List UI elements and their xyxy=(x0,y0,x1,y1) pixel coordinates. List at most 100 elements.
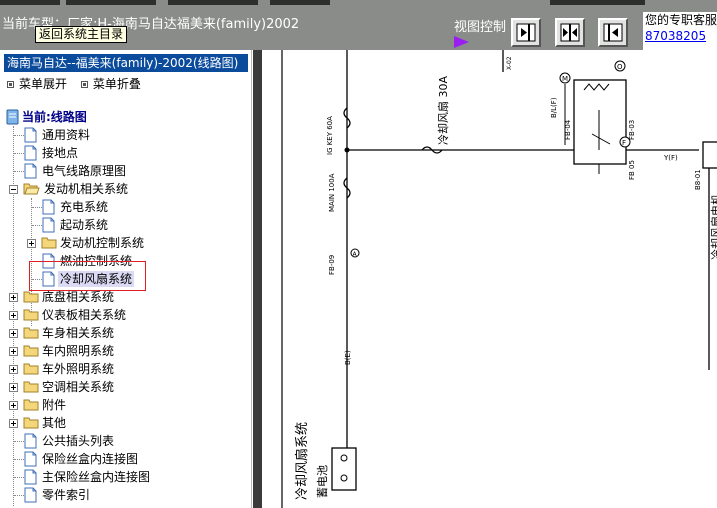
tree-item-label: 车外照明系统 xyxy=(42,362,115,376)
tree-item-common-connectors[interactable]: 公共插头列表 xyxy=(0,432,251,450)
document-icon xyxy=(24,163,37,179)
expand-toggle-icon[interactable] xyxy=(27,239,36,248)
tree-folder-exterior-lighting[interactable]: 车外照明系统 xyxy=(0,360,251,378)
tree-item-general-info[interactable]: 通用资料 xyxy=(0,126,251,144)
view-arrow-icon xyxy=(454,36,469,48)
wire-yf-label: Y(F) xyxy=(663,154,678,162)
tree-folder-body[interactable]: 车身相关系统 xyxy=(0,324,251,342)
tree-line xyxy=(32,225,42,226)
fan-fuse-label: 冷却风扇 30A xyxy=(436,76,450,145)
tree-item-label: 空调相关系统 xyxy=(42,380,115,394)
folder-icon xyxy=(23,381,39,393)
expand-toggle-icon[interactable] xyxy=(9,329,18,338)
document-icon xyxy=(24,487,37,503)
vehicle-header: 海南马自达--福美来(family)-2002(线路图) xyxy=(4,54,248,72)
customer-service-notice: 您的专职客服 87038205 xyxy=(643,12,717,50)
tree-item-ground-points[interactable]: 接地点 xyxy=(0,144,251,162)
expand-toggle-icon[interactable] xyxy=(9,293,18,302)
top-bar: 当前车型：厂家:H-海南马自达福美来(family)2002 返回系统主目录 视… xyxy=(0,0,717,50)
document-icon xyxy=(24,145,37,161)
tree-item-label: 公共插头列表 xyxy=(42,434,115,448)
document-icon xyxy=(24,451,37,467)
folder-icon xyxy=(23,327,39,339)
collapse-left-icon xyxy=(603,23,623,42)
tree-item-main-fuse-box-diagram[interactable]: 主保险丝盒内连接图 xyxy=(0,468,251,486)
tree-folder-instrument-panel[interactable]: 仪表板相关系统 xyxy=(0,306,251,324)
tree-root-icon xyxy=(6,109,19,125)
navigation-panel: 海南马自达--福美来(family)-2002(线路图) 菜单展开 菜单折叠 当… xyxy=(0,50,252,508)
node-o-label: O xyxy=(617,63,623,71)
tree-item-label: 通用资料 xyxy=(42,128,91,142)
tree-item-parts-index[interactable]: 零件索引 xyxy=(0,486,251,504)
tree-folder-air-conditioning[interactable]: 空调相关系统 xyxy=(0,378,251,396)
tree-item-charging-system[interactable]: 充电系统 xyxy=(0,198,251,216)
tree-item-label: 接地点 xyxy=(42,146,79,160)
collapse-all-label: 菜单折叠 xyxy=(92,77,141,91)
tree-item-label: 零件索引 xyxy=(42,488,91,502)
tree-item-label: 车内照明系统 xyxy=(42,344,115,358)
wiring-diagram-viewer[interactable]: IG KEY 60A MAIN 100A FB-09 A B(E) 冷却风扇 3… xyxy=(253,50,717,508)
connector-fb09-label: FB-09 xyxy=(328,255,336,275)
collapse-toggle-icon[interactable] xyxy=(9,185,18,194)
cooling-fan-circuit-diagram: IG KEY 60A MAIN 100A FB-09 A B(E) 冷却风扇 3… xyxy=(281,50,717,508)
tree-folder-interior-lighting[interactable]: 车内照明系统 xyxy=(0,342,251,360)
tree-item-label: 发动机相关系统 xyxy=(44,182,129,196)
folder-icon xyxy=(23,399,39,411)
expand-toggle-icon[interactable] xyxy=(9,383,18,392)
service-phone-link[interactable]: 87038205 xyxy=(645,28,717,44)
tree-folder-engine-control[interactable]: 发动机控制系统 xyxy=(0,234,251,252)
tree-root[interactable]: 当前:线路图 xyxy=(0,108,251,126)
toolbar-strip xyxy=(66,0,156,5)
tree-item-label: 主保险丝盒内连接图 xyxy=(42,470,151,484)
fan-motor-label: 冷却风扇电机 xyxy=(709,194,717,260)
document-icon xyxy=(24,127,37,143)
expand-toggle-icon[interactable] xyxy=(9,347,18,356)
tree-item-fuse-box-diagram[interactable]: 保险丝盒内连接图 xyxy=(0,450,251,468)
connector-fb03-label: FB-03 xyxy=(628,120,636,140)
expand-all-label: 菜单展开 xyxy=(19,77,68,91)
back-to-main-menu-button[interactable]: 返回系统主目录 xyxy=(35,26,128,43)
document-icon xyxy=(24,433,37,449)
tree-item-label: 附件 xyxy=(42,398,67,412)
tree-item-label: 其他 xyxy=(42,416,67,430)
tree-item-label: 底盘相关系统 xyxy=(42,290,115,304)
tree-item-label: 车身相关系统 xyxy=(42,326,115,340)
collapse-left-button[interactable] xyxy=(598,18,628,47)
document-icon xyxy=(42,199,55,215)
current-view-label: 当前:线路图 xyxy=(22,110,87,124)
split-view-button[interactable] xyxy=(555,18,585,47)
menu-ops: 菜单展开 菜单折叠 xyxy=(7,75,151,92)
expand-toggle-icon[interactable] xyxy=(9,365,18,374)
diagram-sheet: IG KEY 60A MAIN 100A FB-09 A B(E) 冷却风扇 3… xyxy=(262,50,717,508)
expand-toggle-icon[interactable] xyxy=(9,311,18,320)
tree-folder-accessories[interactable]: 附件 xyxy=(0,396,251,414)
view-control-label: 视图控制 xyxy=(454,20,507,35)
toolbar-strip xyxy=(550,0,645,5)
expand-toggle-icon[interactable] xyxy=(9,419,18,428)
folder-icon xyxy=(23,345,39,357)
tree-item-wiring-schematic[interactable]: 电气线路原理图 xyxy=(0,162,251,180)
expand-all-button[interactable]: 菜单展开 xyxy=(7,75,67,92)
split-view-icon xyxy=(560,23,580,42)
document-icon xyxy=(42,217,55,233)
tree-item-label: 充电系统 xyxy=(60,200,109,214)
node-m-label: M xyxy=(562,75,568,83)
tree-item-starting-system[interactable]: 起动系统 xyxy=(0,216,251,234)
fuse-main-label: MAIN 100A xyxy=(328,173,336,212)
connector-fb05-label: FB 05 xyxy=(628,160,636,180)
toolbar-strip xyxy=(270,0,330,5)
tree-folder-engine-systems[interactable]: 发动机相关系统 xyxy=(0,180,251,198)
expand-right-button[interactable] xyxy=(511,18,541,47)
tree-line xyxy=(32,207,42,208)
tree-item-label: 仪表板相关系统 xyxy=(42,308,127,322)
expand-toggle-icon[interactable] xyxy=(9,401,18,410)
tree-folder-other[interactable]: 其他 xyxy=(0,414,251,432)
connector-x02-label: X-02 xyxy=(506,56,513,70)
wire-blf-label: B/L(F) xyxy=(550,97,558,118)
battery-label: 蓄电池 xyxy=(316,465,329,498)
collapse-icon xyxy=(80,81,88,88)
expand-right-icon xyxy=(516,23,536,42)
collapse-all-button[interactable]: 菜单折叠 xyxy=(80,75,141,92)
wire-be-label: B(E) xyxy=(344,350,352,365)
connector-b801-label: B8-01 xyxy=(694,169,702,190)
